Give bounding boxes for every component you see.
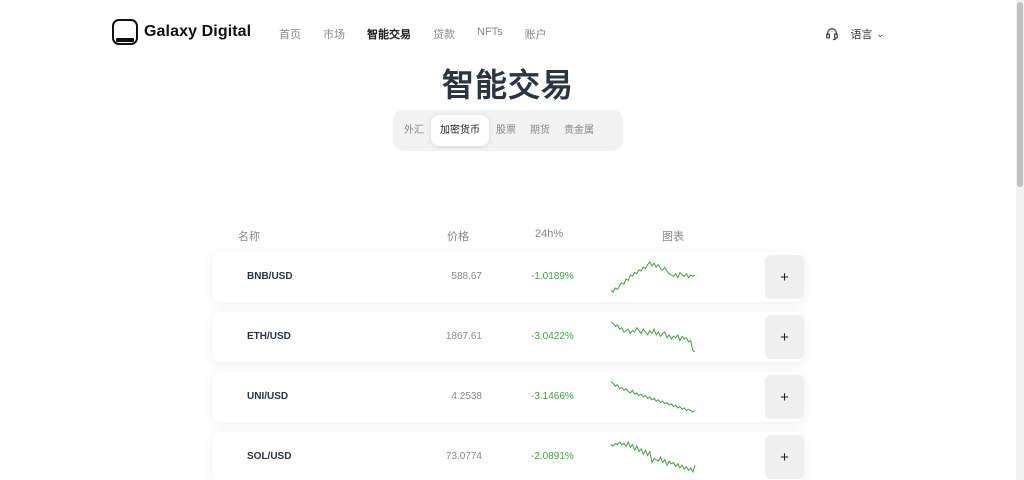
row-change: -3.1466% (531, 391, 574, 402)
brand-name: Galaxy Digital (144, 23, 252, 40)
column-header-chart: 图表 (662, 231, 684, 243)
sparkline-chart (610, 321, 696, 353)
scrollbar-thumb[interactable] (1017, 2, 1023, 187)
sparkline-series (610, 261, 696, 293)
row-price: 588.67 (451, 271, 482, 282)
brand-logo[interactable]: Galaxy Digital (112, 19, 251, 45)
nav-item-loans[interactable]: 贷款 (433, 26, 455, 42)
row-change: -3.0422% (531, 331, 574, 342)
tab-forex[interactable]: 外汇 (397, 115, 431, 146)
column-header-change: 24h% (535, 228, 564, 240)
row-price: 1867.61 (445, 331, 482, 342)
market-tabs: 外汇 加密货币 股票 期货 贵金属 (393, 110, 623, 151)
row-symbol: BNB/USD (247, 271, 293, 282)
sparkline-series (610, 440, 696, 474)
language-label: 语言 (850, 29, 873, 41)
row-symbol: UNI/USD (247, 391, 289, 402)
page: Galaxy Digital 首页 市场 智能交易 贷款 NFTs 账户 语言 … (0, 0, 1024, 480)
sparkline-chart (610, 381, 696, 413)
headset-icon[interactable] (825, 27, 839, 41)
column-header-price: 价格 (447, 231, 469, 243)
chevron-down-icon: ⌄ (876, 28, 884, 39)
language-selector[interactable]: 语言 ⌄ (850, 26, 884, 42)
row-change: -1.0189% (531, 271, 574, 282)
table-row[interactable]: SOL/USD 73.0774 -2.0891% + (212, 432, 804, 480)
sparkline-chart (610, 440, 696, 474)
add-button[interactable]: + (765, 435, 804, 479)
nav-item-nfts[interactable]: NFTs (477, 26, 503, 42)
logo-mark-icon (112, 19, 138, 45)
row-symbol: SOL/USD (247, 451, 292, 462)
table-row[interactable]: UNI/USD 4.2538 -3.1466% + (212, 372, 804, 422)
nav-item-home[interactable]: 首页 (279, 26, 301, 42)
row-symbol: ETH/USD (247, 331, 291, 342)
nav-item-smart-trading[interactable]: 智能交易 (367, 26, 411, 42)
tab-stocks[interactable]: 股票 (489, 115, 523, 146)
tab-precious-metals[interactable]: 贵金属 (557, 115, 601, 146)
sparkline-series (610, 321, 696, 353)
sparkline-chart (610, 261, 696, 293)
table-row[interactable]: BNB/USD 588.67 -1.0189% + (212, 252, 804, 302)
table-row[interactable]: ETH/USD 1867.61 -3.0422% + (212, 312, 804, 362)
tab-crypto[interactable]: 加密货币 (431, 115, 489, 146)
nav-item-account[interactable]: 账户 (525, 26, 547, 42)
page-title: 智能交易 (441, 67, 574, 103)
top-header: Galaxy Digital 首页 市场 智能交易 贷款 NFTs 账户 语言 … (0, 0, 1016, 66)
tab-futures[interactable]: 期货 (523, 115, 557, 146)
page-scrollbar[interactable] (1016, 0, 1024, 480)
row-price: 4.2538 (451, 391, 482, 402)
row-change: -2.0891% (531, 451, 574, 462)
header-actions: 语言 ⌄ (825, 26, 884, 42)
add-button[interactable]: + (765, 315, 804, 359)
row-price: 73.0774 (445, 451, 482, 462)
add-button[interactable]: + (765, 375, 804, 419)
column-header-name: 名称 (238, 231, 260, 243)
add-button[interactable]: + (765, 255, 804, 299)
nav-item-market[interactable]: 市场 (323, 26, 345, 42)
sparkline-series (610, 381, 696, 413)
main-nav: 首页 市场 智能交易 贷款 NFTs 账户 (279, 26, 569, 42)
